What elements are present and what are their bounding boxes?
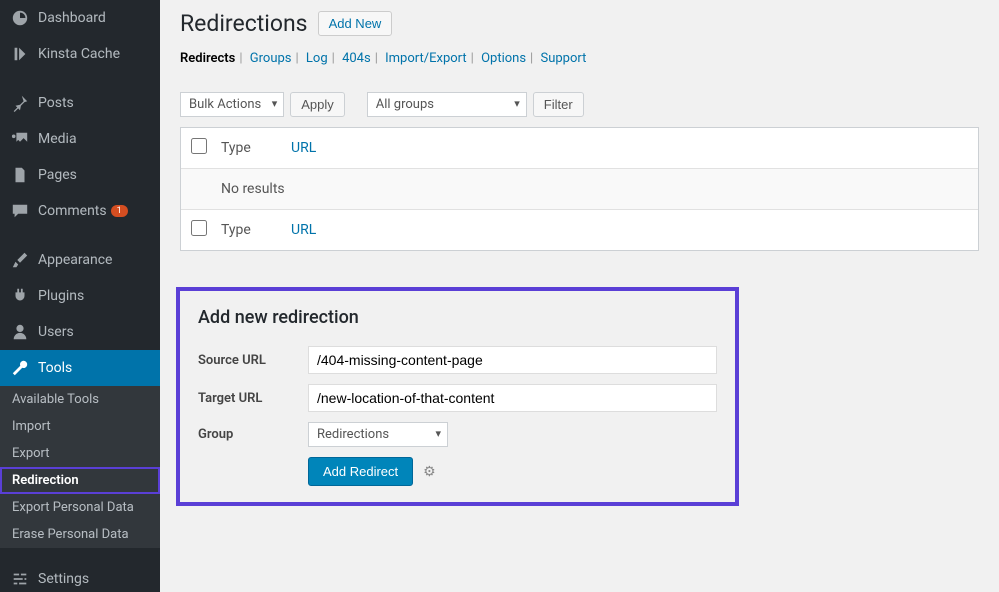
comments-badge: 1 <box>111 205 128 217</box>
tab-redirects[interactable]: Redirects <box>180 51 235 66</box>
sidebar-item-users[interactable]: Users <box>0 314 160 350</box>
sidebar-label: Tools <box>38 360 72 376</box>
kinsta-icon <box>10 44 30 64</box>
sidebar-item-tools[interactable]: Tools <box>0 350 160 386</box>
user-icon <box>10 322 30 342</box>
tab-log[interactable]: Log <box>306 51 328 66</box>
col-type: Type <box>221 140 291 156</box>
pages-icon <box>10 165 30 185</box>
sidebar-item-pages[interactable]: Pages <box>0 157 160 193</box>
select-all-checkbox[interactable] <box>191 138 207 154</box>
target-url-label: Target URL <box>198 391 308 406</box>
select-all-checkbox-bottom[interactable] <box>191 220 207 236</box>
table-body: No results <box>181 169 978 209</box>
brush-icon <box>10 250 30 270</box>
comments-icon <box>10 201 30 221</box>
gear-icon[interactable]: ⚙ <box>423 464 436 480</box>
table-header: Type URL <box>181 128 978 169</box>
table-footer: Type URL <box>181 209 978 250</box>
sidebar-item-appearance[interactable]: Appearance <box>0 242 160 278</box>
sidebar-label: Dashboard <box>38 10 106 26</box>
tab-options[interactable]: Options <box>481 51 526 66</box>
sidebar-label: Plugins <box>38 288 84 304</box>
col-type: Type <box>221 222 291 238</box>
add-new-button[interactable]: Add New <box>318 11 393 36</box>
sidebar-label: Kinsta Cache <box>38 46 120 62</box>
add-redirect-button[interactable]: Add Redirect <box>308 457 413 486</box>
sidebar-item-comments[interactable]: Comments 1 <box>0 193 160 229</box>
col-url[interactable]: URL <box>291 222 316 238</box>
sidebar-label: Appearance <box>38 252 112 268</box>
target-url-input[interactable] <box>308 384 717 412</box>
tab-import-export[interactable]: Import/Export <box>385 51 467 66</box>
sidebar-item-media[interactable]: Media <box>0 121 160 157</box>
source-url-label: Source URL <box>198 353 308 368</box>
subitem-export-personal[interactable]: Export Personal Data <box>0 494 160 521</box>
filter-button[interactable]: Filter <box>533 92 584 117</box>
group-label: Group <box>198 427 308 442</box>
page-title: Redirections <box>180 10 308 37</box>
sidebar-item-settings[interactable]: Settings <box>0 561 160 592</box>
sidebar-label: Settings <box>38 571 89 587</box>
col-url[interactable]: URL <box>291 140 316 156</box>
sidebar-item-plugins[interactable]: Plugins <box>0 278 160 314</box>
subitem-redirection[interactable]: Redirection <box>0 467 160 494</box>
subitem-erase-personal[interactable]: Erase Personal Data <box>0 521 160 548</box>
main-content: Redirections Add New Redirects| Groups| … <box>160 0 999 592</box>
wrench-icon <box>10 358 30 378</box>
redirects-table: Type URL No results Type URL <box>180 127 979 251</box>
tab-groups[interactable]: Groups <box>250 51 292 66</box>
dashboard-icon <box>10 8 30 28</box>
sidebar-item-posts[interactable]: Posts <box>0 85 160 121</box>
sidebar-label: Comments <box>38 203 107 219</box>
settings-icon <box>10 569 30 589</box>
form-title: Add new redirection <box>198 307 717 328</box>
sidebar-label: Posts <box>38 95 74 111</box>
bulk-actions-select[interactable]: Bulk Actions <box>180 92 284 117</box>
media-icon <box>10 129 30 149</box>
group-select[interactable]: Redirections <box>308 422 448 447</box>
filter-row: Bulk Actions Apply All groups Filter <box>180 92 979 117</box>
add-redirection-form: Add new redirection Source URL Target UR… <box>180 291 735 502</box>
sidebar-label: Pages <box>38 167 77 183</box>
tab-support[interactable]: Support <box>540 51 586 66</box>
subitem-import[interactable]: Import <box>0 413 160 440</box>
pin-icon <box>10 93 30 113</box>
sidebar-item-dashboard[interactable]: Dashboard <box>0 0 160 36</box>
plug-icon <box>10 286 30 306</box>
sidebar-label: Users <box>38 324 74 340</box>
tools-submenu: Available Tools Import Export Redirectio… <box>0 386 160 548</box>
sidebar-label: Media <box>38 131 77 147</box>
sidebar-item-kinsta[interactable]: Kinsta Cache <box>0 36 160 72</box>
sub-tabs: Redirects| Groups| Log| 404s| Import/Exp… <box>180 51 979 66</box>
source-url-input[interactable] <box>308 346 717 374</box>
subitem-export[interactable]: Export <box>0 440 160 467</box>
no-results-text: No results <box>221 181 285 197</box>
apply-button[interactable]: Apply <box>290 92 345 117</box>
subitem-available-tools[interactable]: Available Tools <box>0 386 160 413</box>
groups-select[interactable]: All groups <box>367 92 527 117</box>
page-header: Redirections Add New <box>180 10 979 37</box>
admin-sidebar: Dashboard Kinsta Cache Posts Media Pages… <box>0 0 160 592</box>
tab-404s[interactable]: 404s <box>342 51 371 66</box>
